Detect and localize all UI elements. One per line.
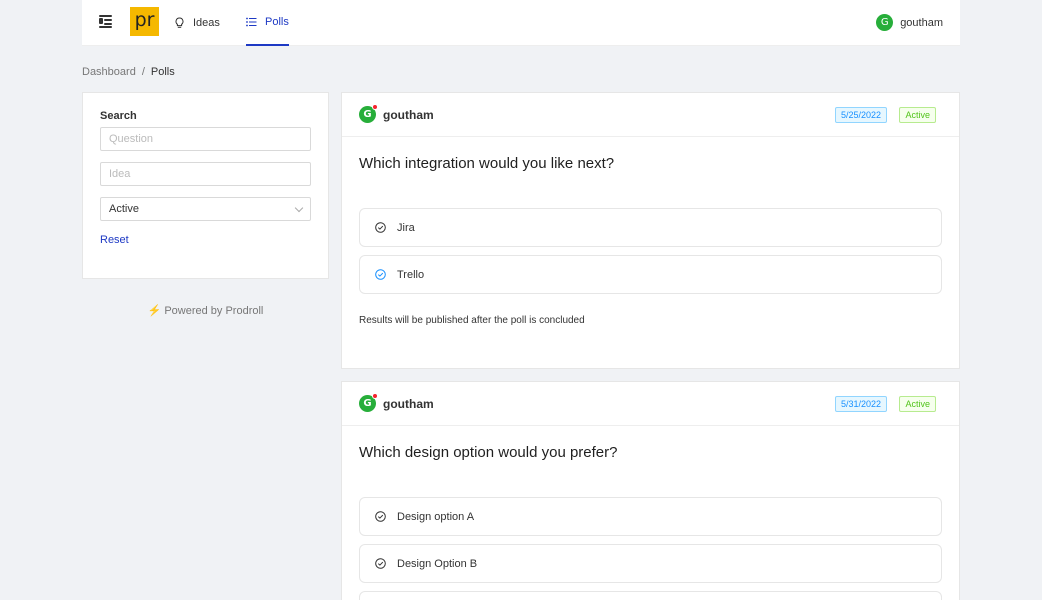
poll-author: G goutham bbox=[359, 393, 434, 412]
user-name: goutham bbox=[900, 16, 943, 29]
check-circle-icon bbox=[375, 269, 386, 280]
date-badge: 5/25/2022 bbox=[834, 107, 887, 123]
notification-dot bbox=[372, 393, 378, 399]
reset-button[interactable]: Reset bbox=[100, 234, 129, 246]
results-note: Results will be published after the poll… bbox=[359, 315, 585, 326]
filter-title: Search bbox=[100, 110, 137, 122]
nav-polls[interactable]: Polls bbox=[246, 0, 289, 46]
poll-option-label: Trello bbox=[397, 268, 425, 281]
poll-author-name: goutham bbox=[383, 107, 434, 122]
status-badge: Active bbox=[899, 107, 936, 123]
powered-by-label: Powered by Prodroll bbox=[164, 305, 264, 317]
app-logo[interactable]: pr bbox=[130, 7, 159, 36]
status-badge: Active bbox=[899, 396, 936, 412]
poll-question: Which integration would you like next? bbox=[359, 155, 615, 172]
avatar: G bbox=[359, 104, 378, 123]
status-select[interactable]: Active bbox=[100, 197, 311, 221]
poll-card: G goutham 5/25/2022 Active Which integra… bbox=[341, 92, 960, 369]
poll-option[interactable]: Design option A bbox=[359, 497, 942, 536]
poll-question: Which design option would you prefer? bbox=[359, 444, 618, 461]
poll-author-name: goutham bbox=[383, 396, 434, 411]
date-badge: 5/31/2022 bbox=[834, 396, 887, 412]
poll-option[interactable]: Trello bbox=[359, 255, 942, 294]
avatar: G bbox=[876, 14, 894, 31]
search-filter-card: Search Active Reset bbox=[82, 92, 329, 279]
user-menu[interactable]: G goutham bbox=[876, 14, 943, 31]
lightning-icon: ⚡ bbox=[147, 305, 162, 317]
poll-author: G goutham bbox=[359, 104, 434, 123]
check-circle-icon bbox=[375, 511, 386, 522]
powered-by[interactable]: ⚡ Powered by Prodroll bbox=[82, 304, 329, 317]
breadcrumb-dashboard[interactable]: Dashboard bbox=[82, 66, 136, 78]
check-circle-icon bbox=[375, 558, 386, 569]
breadcrumb-current: Polls bbox=[150, 66, 175, 78]
idea-search-input[interactable] bbox=[100, 162, 311, 186]
nav-polls-label: Polls bbox=[265, 16, 289, 28]
check-circle-icon bbox=[375, 222, 386, 233]
poll-card-header: G goutham 5/31/2022 Active bbox=[342, 382, 959, 426]
top-navbar: pr Ideas Polls G goutham bbox=[82, 0, 960, 46]
status-select-value: Active bbox=[109, 203, 139, 215]
nav-ideas-label: Ideas bbox=[193, 17, 220, 29]
question-search-input[interactable] bbox=[100, 127, 311, 151]
menu-toggle-icon[interactable] bbox=[99, 14, 113, 28]
poll-option-label: Jira bbox=[397, 221, 415, 234]
chevron-down-icon bbox=[294, 203, 304, 212]
poll-card-header: G goutham 5/25/2022 Active bbox=[342, 93, 959, 137]
poll-option[interactable]: Design Option B bbox=[359, 544, 942, 583]
poll-option-label: Design option A bbox=[397, 510, 475, 523]
breadcrumb-separator: / bbox=[141, 66, 145, 78]
poll-card: G goutham 5/31/2022 Active Which design … bbox=[341, 381, 960, 600]
poll-option[interactable]: Jira bbox=[359, 208, 942, 247]
poll-option-label: Design Option B bbox=[397, 557, 478, 570]
bulb-icon bbox=[175, 17, 184, 28]
breadcrumb: Dashboard / Polls bbox=[82, 66, 175, 78]
avatar: G bbox=[359, 393, 378, 412]
list-icon bbox=[246, 17, 257, 27]
nav-ideas[interactable]: Ideas bbox=[174, 0, 220, 46]
notification-dot bbox=[372, 104, 378, 110]
poll-option[interactable] bbox=[359, 591, 942, 600]
